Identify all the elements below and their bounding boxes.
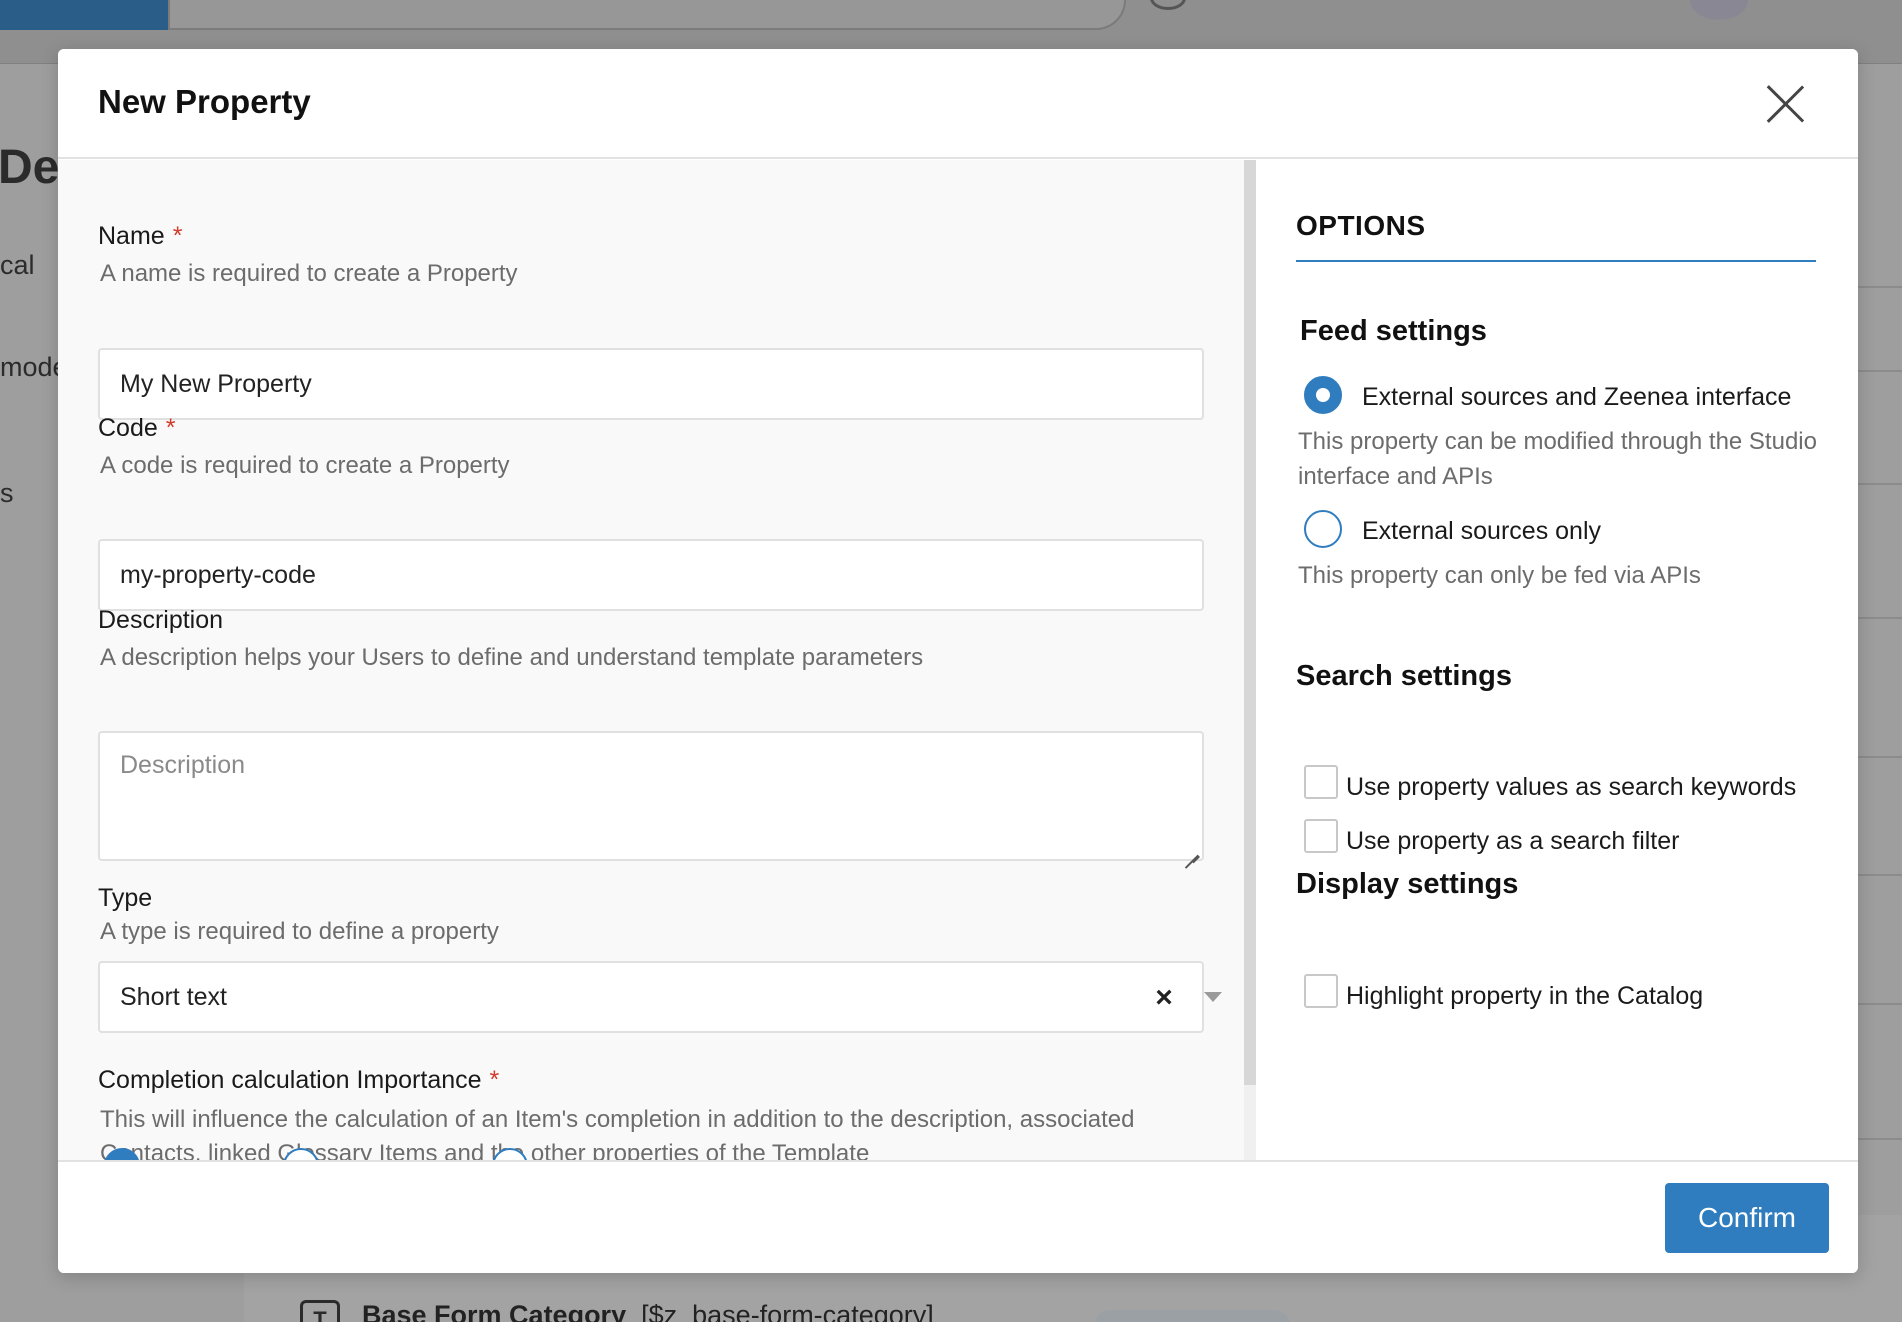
dialog-title: New Property (98, 83, 311, 120)
highlight-catalog-label: Highlight property in the Catalog (1346, 982, 1704, 1010)
display-settings-title: Display settings (1296, 868, 1519, 900)
background-row-divider (1858, 370, 1902, 372)
search-filter-label: Use property as a search filter (1346, 827, 1680, 855)
description-textarea[interactable]: Description (98, 731, 1204, 861)
background-item-name: Base Form Category (362, 1300, 627, 1322)
type-selected-value: Short text (120, 983, 227, 1011)
search-keywords-label: Use property values as search keywords (1346, 773, 1797, 801)
feed-settings-title: Feed settings (1300, 315, 1487, 347)
feed-option-help: This property can be modified through th… (1298, 428, 1817, 490)
type-label: Type (98, 884, 153, 912)
feed-radio-external-only[interactable] (1304, 510, 1342, 548)
background-row-divider (1858, 874, 1902, 876)
property-form: Name * A name is required to create a Pro… (58, 160, 1244, 1160)
background-row-divider (1858, 1138, 1902, 1140)
highlight-catalog-checkbox[interactable] (1304, 974, 1338, 1008)
feed-option-label: External sources only (1362, 517, 1602, 545)
dialog-header: New Property (58, 49, 1858, 159)
code-input[interactable]: my-property-code (98, 539, 1204, 611)
close-icon[interactable] (1764, 83, 1806, 125)
background-row-divider (1858, 286, 1902, 288)
resize-handle-icon[interactable] (1185, 842, 1199, 856)
code-label: Code * (98, 414, 176, 442)
background-search-bar (168, 0, 1126, 30)
form-scrollbar[interactable] (1244, 160, 1256, 1160)
options-tab-underline (1296, 260, 1816, 262)
search-keywords-checkbox[interactable] (1304, 765, 1338, 799)
code-help: A code is required to create a Property (100, 452, 510, 479)
background-nav-tab (0, 0, 168, 30)
search-filter-checkbox[interactable] (1304, 819, 1338, 853)
description-placeholder: Description (120, 751, 246, 779)
completion-help: This will influence the calculation of a… (100, 1106, 1135, 1160)
required-mark: * (489, 1066, 500, 1094)
new-property-dialog: New Property Name * A name is required to… (58, 49, 1858, 1273)
text-type-icon: T (300, 1300, 340, 1322)
completion-label: Completion calculation Importance * (98, 1066, 500, 1094)
name-help: A name is required to create a Property (100, 260, 518, 287)
name-input[interactable]: My New Property (98, 348, 1204, 420)
background-badge (1095, 1310, 1290, 1322)
chevron-down-icon[interactable] (1204, 992, 1222, 1002)
background-nav-item: s (0, 478, 14, 508)
type-help: A type is required to define a property (100, 918, 499, 945)
feed-option-label: External sources and Zeenea interface (1362, 383, 1792, 411)
required-mark: * (172, 222, 183, 250)
dialog-footer: Confirm (58, 1160, 1858, 1273)
feed-option-help: This property can only be fed via APIs (1298, 562, 1701, 589)
background-row-divider (1858, 483, 1902, 485)
search-settings-title: Search settings (1296, 660, 1512, 692)
scrollbar-thumb[interactable] (1244, 160, 1256, 1085)
options-panel: OPTIONS Feed settings External sources a… (1256, 160, 1858, 1160)
confirm-button[interactable]: Confirm (1665, 1183, 1829, 1253)
background-list-item: Base Form Category [$z_base-form-categor… (362, 1300, 934, 1322)
clear-icon[interactable]: × (1150, 963, 1178, 1031)
required-mark: * (165, 414, 176, 442)
background-row-divider (1858, 1003, 1902, 1005)
name-label: Name * (98, 222, 183, 250)
type-select[interactable]: Short text × (98, 961, 1222, 1033)
background-row-divider (1858, 756, 1902, 758)
background-page-title: De (0, 141, 60, 194)
description-label: Description (98, 606, 224, 634)
background-row-divider (1858, 617, 1902, 619)
feed-radio-external-and-interface[interactable] (1304, 376, 1342, 414)
description-help: A description helps your Users to define… (100, 644, 924, 671)
options-title: OPTIONS (1296, 210, 1426, 241)
background-nav-item: cal (0, 250, 35, 280)
background-item-code: [$z_base-form-category] (641, 1300, 934, 1322)
